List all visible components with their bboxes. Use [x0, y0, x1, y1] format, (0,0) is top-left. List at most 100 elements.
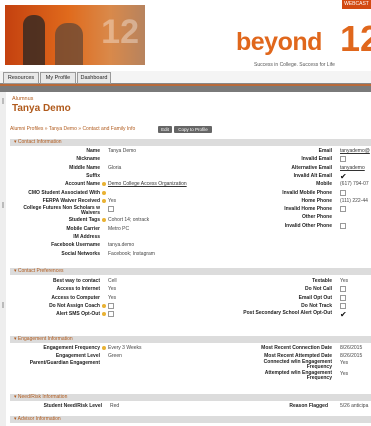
field-label: CMO Student Associated With — [28, 189, 100, 196]
field-label: Social Networks — [61, 250, 100, 257]
photo-person-2 — [55, 23, 83, 65]
field-value: Yes — [108, 197, 117, 204]
field-label: Most Recent Connection Date — [261, 345, 332, 351]
field-label: Invalid Mobile Phone — [282, 189, 332, 196]
field-value: Yes — [340, 360, 349, 367]
strip-mark — [2, 202, 4, 208]
tab-resources[interactable]: Resources — [3, 72, 39, 84]
field-value: Yes — [340, 370, 349, 377]
field-label: Alternative Email — [291, 164, 332, 171]
tab-my-profile[interactable]: My Profile — [40, 72, 76, 84]
section-title: Advisor Information — [17, 416, 61, 422]
checkbox[interactable] — [108, 311, 114, 318]
field-label: Home Phone — [301, 197, 332, 204]
field-value: Yes — [340, 278, 349, 284]
tab-dashboard[interactable]: Dashboard — [77, 72, 111, 84]
field-label: Access to Internet — [56, 286, 100, 293]
logo-mark: 12 — [340, 18, 371, 59]
field-value: Facebook; Instagram — [108, 250, 155, 257]
field-label: Invalid Home Phone — [284, 206, 332, 213]
section-title: Engagement Information — [17, 336, 73, 342]
webcast-button[interactable]: WEBCAST — [342, 0, 371, 9]
checkbox[interactable] — [340, 294, 346, 301]
help-icon[interactable] — [102, 218, 106, 223]
field-label: Student Need/Risk Level — [43, 403, 102, 409]
field-label: Post Secondary School Alert Opt-Out — [243, 310, 332, 317]
section-title: Contact Information — [17, 139, 62, 145]
photo-person-1 — [23, 15, 45, 65]
field-value: 8/26/2015 — [340, 345, 363, 351]
logo-text: beyond — [236, 28, 322, 56]
field-label: Parent/Guardian Engagement — [29, 360, 100, 367]
field-label: College Futures Non Scholars w Waivers — [23, 205, 100, 217]
field-label: Email — [318, 148, 332, 154]
field-value: Red — [110, 403, 120, 409]
checkbox[interactable] — [340, 206, 346, 213]
field-label: Engagement Level — [55, 352, 100, 359]
field-value: Every 3 Weeks — [108, 345, 142, 351]
section-engagement[interactable]: ▾ Engagement Information — [10, 336, 371, 343]
field-label: Connected w/in Engagement Frequency — [263, 359, 332, 371]
field-link[interactable]: tanyademo@ — [340, 148, 370, 155]
field-label: Reason Flagged — [289, 403, 328, 409]
copy-to-profile-button[interactable]: Copy to Profile — [174, 126, 212, 133]
help-icon[interactable] — [102, 303, 106, 308]
field-value: Tanya Demo — [108, 148, 137, 154]
field-value: Cell — [108, 278, 117, 284]
field-value: Cohort 14; ontrack — [108, 217, 150, 224]
field-link[interactable]: tanyademo — [340, 165, 365, 172]
field-label: Middle Name — [69, 164, 100, 171]
breadcrumb[interactable]: Alumni Profiles » Tanya Demo » Contact a… — [10, 126, 135, 132]
field-value: Yes — [108, 294, 117, 301]
help-icon[interactable] — [102, 198, 106, 203]
field-label: Attempted w/in Engagement Frequency — [264, 369, 332, 381]
subheader-bar — [0, 86, 371, 92]
checkbox[interactable] — [340, 222, 346, 229]
field-label: Invalid Email — [301, 156, 332, 163]
section-title: Need/Risk Information — [17, 394, 68, 400]
strip-mark — [2, 98, 4, 104]
checkmark-icon: ✔ — [340, 310, 347, 320]
field-label: Suffix — [86, 172, 100, 179]
field-value: tanya.demo — [108, 242, 135, 249]
checkbox[interactable] — [340, 286, 346, 293]
field-label: Invalid Alt Email — [293, 172, 332, 179]
edit-button[interactable]: Edit — [158, 126, 172, 133]
checkbox[interactable] — [108, 206, 114, 213]
field-label: Alert SMS Opt-Out — [56, 311, 100, 318]
checkbox[interactable] — [340, 189, 346, 196]
section-contact-preferences[interactable]: ▾ Contact Preferences — [10, 268, 371, 275]
photo-number: 12 — [101, 13, 139, 51]
field-label: Mobile — [316, 181, 332, 188]
field-label: Invalid Other Phone — [284, 222, 332, 229]
checkbox[interactable] — [340, 156, 346, 163]
page-title: Tanya Demo — [12, 103, 71, 114]
header: 12 WEBCAST beyond 12 Success in College.… — [0, 0, 371, 70]
header-photo: 12 — [5, 5, 145, 65]
checkbox[interactable] — [108, 302, 114, 309]
field-label: Textable — [312, 278, 332, 284]
section-contact-info[interactable]: ▾ Contact Information — [10, 139, 371, 146]
help-icon[interactable] — [102, 346, 106, 350]
checkmark-icon: ✔ — [340, 171, 347, 181]
help-icon[interactable] — [102, 190, 106, 195]
field-label: Best way to contact — [53, 278, 100, 284]
field-label: Do Not Assign Coach — [49, 302, 100, 309]
field-label: Account Name — [64, 181, 100, 188]
section-need-risk[interactable]: ▾ Need/Risk Information — [10, 394, 371, 401]
checkbox[interactable] — [340, 302, 346, 309]
field-link[interactable]: Demo College Access Organization — [108, 181, 187, 188]
help-icon[interactable] — [102, 312, 106, 317]
field-value: Green — [108, 352, 122, 359]
field-label: Engagement Frequency — [43, 345, 100, 351]
field-label: IM Address — [73, 234, 100, 240]
field-label: Student Tags — [68, 217, 100, 224]
field-label: Do Not Track — [301, 302, 332, 309]
help-icon[interactable] — [102, 182, 106, 187]
section-advisor[interactable]: ▾ Advisor Information — [10, 416, 371, 423]
field-value: Gloria — [108, 164, 122, 171]
record-type: Alumnus — [12, 96, 34, 102]
field-label: Name — [86, 148, 100, 154]
tagline: Success in College. Success for Life — [254, 62, 335, 68]
field-value: 5/26 anticipa — [340, 403, 369, 409]
